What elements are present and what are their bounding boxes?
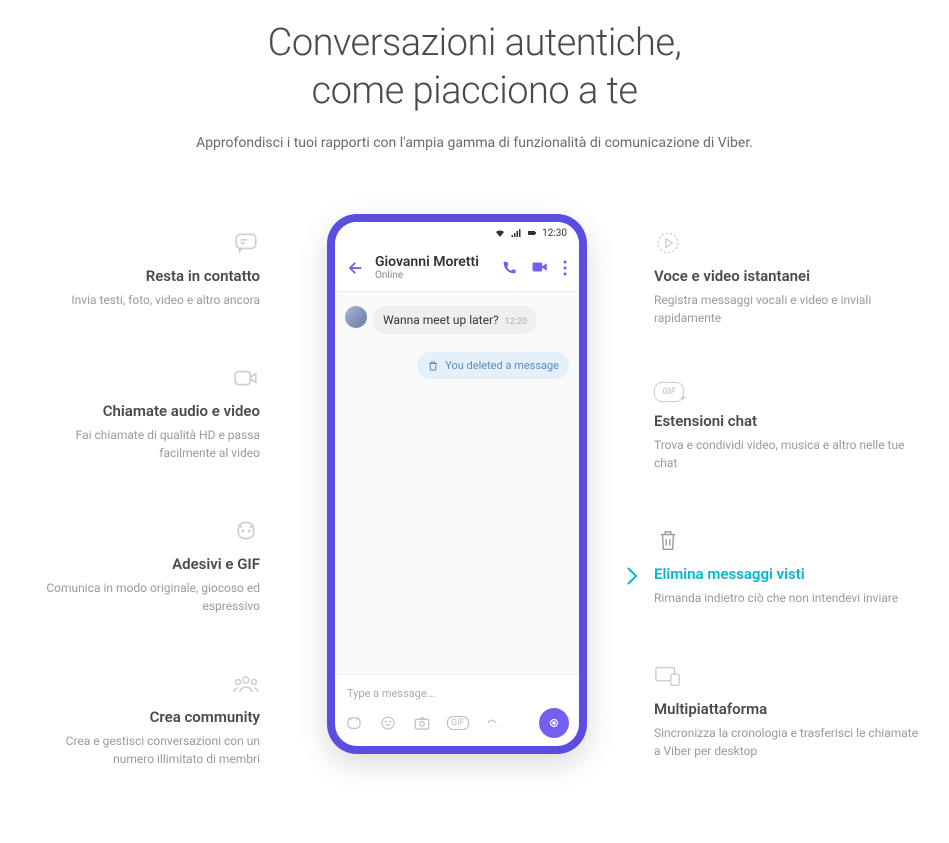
sticker-button[interactable] xyxy=(345,714,363,732)
feature-audio-video-calls[interactable]: Chiamate audio e video Fai chiamate di q… xyxy=(30,364,260,462)
feature-desc: Trova e condividi video, musica e altro … xyxy=(654,436,919,472)
feature-title: Elimina messaggi visti xyxy=(654,565,919,583)
signal-icon xyxy=(510,227,522,239)
message-text: Wanna meet up later? xyxy=(383,313,499,327)
battery-icon xyxy=(526,227,538,239)
phone-statusbar: 12:30 xyxy=(335,222,579,244)
feature-instant-voice-video[interactable]: Voce e video istantanei Registra messagg… xyxy=(654,229,919,327)
chat-header: Giovanni Moretti Online xyxy=(335,244,579,292)
feature-title: Multipiattaforma xyxy=(654,700,919,718)
avatar[interactable] xyxy=(345,306,367,328)
message-input[interactable]: Type a message... xyxy=(345,683,569,708)
statusbar-time: 12:30 xyxy=(542,228,567,239)
chat-body: Wanna meet up later? 12:20 You deleted a… xyxy=(335,292,579,674)
people-group-icon xyxy=(232,670,260,698)
feature-desc: Registra messaggi vocali e video e invia… xyxy=(654,291,919,327)
feature-title: Voce e video istantanei xyxy=(654,267,919,285)
message-time: 12:20 xyxy=(505,317,527,327)
contact-status: Online xyxy=(375,270,491,281)
deleted-message: You deleted a message xyxy=(345,352,569,379)
feature-title: Chiamate audio e video xyxy=(30,402,260,420)
emoji-button[interactable] xyxy=(379,714,397,732)
hero-section: Conversazioni autentiche, come piacciono… xyxy=(30,20,919,154)
feature-chat-extensions[interactable]: GIF + Estensioni chat Trova e condividi … xyxy=(654,382,919,472)
feature-desc: Rimanda indietro ciò che non intendevi i… xyxy=(654,589,919,607)
chat-bubble-icon xyxy=(232,229,260,257)
feature-desc: Crea e gestisci conversazioni con un num… xyxy=(30,732,260,768)
feature-delete-seen-messages[interactable]: Elimina messaggi visti Rimanda indietro … xyxy=(654,527,919,607)
trash-icon xyxy=(427,360,439,372)
play-circle-icon xyxy=(654,229,682,257)
feature-title: Estensioni chat xyxy=(654,412,919,430)
deleted-text: You deleted a message xyxy=(445,359,559,372)
features-right-column: Voce e video istantanei Registra messagg… xyxy=(654,214,919,815)
feature-desc: Invia testi, foto, video e altro ancora xyxy=(30,291,260,309)
hero-subtitle: Approfondisci i tuoi rapporti con l'ampi… xyxy=(195,133,755,154)
hero-title: Conversazioni autentiche, come piacciono… xyxy=(30,20,919,115)
feature-stay-in-touch[interactable]: Resta in contatto Invia testi, foto, vid… xyxy=(30,229,260,309)
feature-title: Adesivi e GIF xyxy=(30,555,260,573)
devices-icon xyxy=(654,662,682,690)
feature-title: Crea community xyxy=(30,708,260,726)
gif-button[interactable]: GIF xyxy=(447,716,469,730)
features-left-column: Resta in contatto Invia testi, foto, vid… xyxy=(30,214,260,823)
feature-desc: Comunica in modo originale, giocoso ed e… xyxy=(30,579,260,615)
more-menu-button[interactable] xyxy=(563,260,567,276)
feature-stickers-gif[interactable]: Adesivi e GIF Comunica in modo originale… xyxy=(30,517,260,615)
feature-desc: Sincronizza la cronologia e trasferisci … xyxy=(654,724,919,760)
gif-badge-icon: GIF + xyxy=(654,382,684,402)
camera-button[interactable] xyxy=(413,714,431,732)
send-record-button[interactable] xyxy=(539,708,569,738)
trash-icon xyxy=(654,527,682,555)
video-call-button[interactable] xyxy=(531,260,549,276)
feature-multiplatform[interactable]: Multipiattaforma Sincronizza la cronolog… xyxy=(654,662,919,760)
feature-desc: Fai chiamate di qualità HD e passa facil… xyxy=(30,426,260,462)
contact-name[interactable]: Giovanni Moretti xyxy=(375,254,491,270)
wifi-icon xyxy=(494,227,506,239)
incoming-message[interactable]: Wanna meet up later? 12:20 xyxy=(345,306,569,334)
feature-community[interactable]: Crea community Crea e gestisci conversaz… xyxy=(30,670,260,768)
chevron-right-icon[interactable] xyxy=(624,564,640,588)
cat-face-icon xyxy=(232,517,260,545)
chat-input-area: Type a message... GIF xyxy=(335,674,579,746)
video-camera-icon xyxy=(232,364,260,392)
phone-mockup: 12:30 Giovanni Moretti Online xyxy=(290,214,624,754)
call-button[interactable] xyxy=(501,260,517,276)
feature-title: Resta in contatto xyxy=(30,267,260,285)
back-button[interactable] xyxy=(347,259,365,277)
more-extensions-button[interactable] xyxy=(485,716,503,730)
